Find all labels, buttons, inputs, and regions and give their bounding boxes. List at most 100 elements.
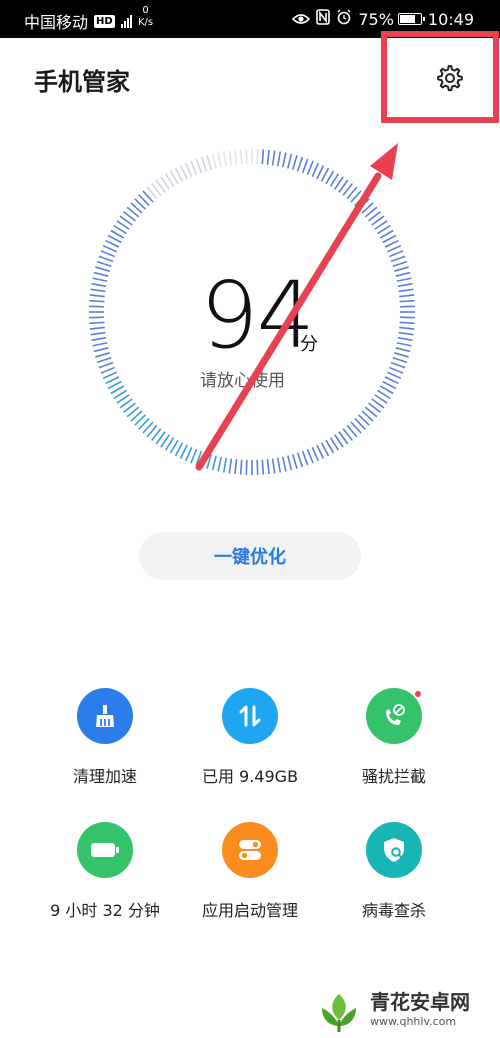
- gauge-tick: [93, 271, 109, 277]
- highlight-box: [381, 31, 499, 123]
- gauge-tick: [100, 250, 116, 258]
- gauge-tick: [174, 442, 184, 457]
- gauge-tick: [190, 160, 198, 176]
- gauge-tick: [394, 352, 409, 358]
- data-transfer-icon: [239, 705, 261, 727]
- gauge-tick: [190, 448, 198, 464]
- leaf-logo-icon: [322, 994, 356, 1032]
- watermark-url: www.qhhlv.com: [370, 1015, 457, 1028]
- tool-harassment-block[interactable]: 骚扰拦截: [314, 688, 474, 787]
- gauge-tick: [301, 450, 309, 466]
- gauge-tick: [399, 316, 415, 319]
- gauge-tick: [276, 457, 282, 473]
- tool-label: 应用启动管理: [201, 901, 298, 920]
- gauge-tick: [90, 288, 106, 293]
- gauge-tick: [184, 446, 193, 462]
- gauge-tick: [89, 326, 105, 330]
- tool-battery[interactable]: 9 小时 32 分钟: [25, 822, 185, 921]
- gauge-tick: [256, 459, 259, 475]
- score-value: 94: [200, 262, 315, 369]
- watermark-name: 青花安卓网: [370, 990, 470, 1014]
- tool-cleanup[interactable]: 清理加速: [25, 688, 185, 787]
- gauge-tick: [89, 305, 105, 308]
- notification-dot: [414, 690, 422, 698]
- gauge-tick: [179, 444, 188, 459]
- gauge-tick: [390, 361, 406, 369]
- tool-data-usage[interactable]: 已用 9.49GB: [170, 688, 330, 787]
- toggle-icon: [239, 840, 261, 860]
- gauge-tick: [92, 277, 108, 283]
- gauge-tick: [320, 442, 330, 457]
- gauge-tick: [384, 239, 399, 248]
- gauge-tick: [228, 150, 233, 166]
- gauge-tick: [195, 450, 203, 466]
- gauge-tick: [98, 255, 114, 263]
- gauge-tick: [96, 260, 112, 268]
- gauge-tick: [200, 452, 208, 468]
- gauge-tick: [316, 165, 325, 180]
- gauge-tick: [382, 380, 397, 390]
- gauge-tick: [174, 167, 184, 182]
- gauge-tick: [296, 156, 304, 172]
- gauge-tick: [311, 162, 320, 178]
- gauge-tick: [281, 152, 287, 168]
- gauge-tick: [292, 454, 298, 469]
- gauge-tick: [89, 321, 105, 325]
- gauge-tick: [217, 152, 223, 168]
- gauge-tick: [96, 356, 112, 364]
- gauge-tick: [239, 149, 243, 165]
- gauge-tick: [384, 376, 399, 385]
- gauge-tick: [184, 162, 193, 178]
- gauge-tick: [105, 376, 120, 385]
- gauge-tick: [90, 331, 106, 336]
- gauge-tick: [399, 326, 415, 330]
- gauge-tick: [388, 250, 404, 258]
- gauge-tick: [261, 149, 265, 165]
- gauge-tick: [394, 266, 409, 272]
- gauge-tick: [95, 352, 110, 358]
- gauge-tick: [107, 380, 122, 390]
- gauge-tick: [399, 299, 415, 303]
- tool-virus-scan[interactable]: 病毒查杀: [314, 822, 474, 921]
- optimize-button[interactable]: 一键优化: [139, 532, 361, 580]
- tool-label: 已用 9.49GB: [201, 767, 299, 786]
- gauge-tick: [382, 234, 397, 244]
- gauge-tick: [399, 321, 415, 325]
- gauge-tick: [395, 347, 411, 353]
- data-usage-icon-circle: [222, 688, 278, 744]
- gauge-tick: [271, 458, 276, 474]
- broom-icon: [96, 705, 114, 727]
- gauge-tick: [397, 336, 413, 342]
- gauge-tick: [89, 299, 105, 303]
- gauge-tick: [390, 255, 406, 263]
- gauge-tick: [301, 158, 309, 174]
- gauge-tick: [179, 165, 188, 180]
- tool-app-launch[interactable]: 应用启动管理: [170, 822, 330, 921]
- gauge-tick: [91, 282, 107, 288]
- watermark-text: 青花安卓网 www.qhhlv.com: [370, 992, 470, 1032]
- gauge-tick: [261, 459, 265, 475]
- gauge-tick: [395, 271, 411, 277]
- gauge-tick: [386, 244, 402, 253]
- gauge-tick: [396, 277, 412, 283]
- gauge-tick: [276, 151, 282, 167]
- gauge-tick: [211, 455, 217, 471]
- harassment-icon-circle: [366, 688, 422, 744]
- gauge-tick: [95, 266, 110, 272]
- gauge-tick: [234, 459, 238, 475]
- gauge-tick: [256, 149, 259, 165]
- gauge-tick: [239, 459, 243, 475]
- gauge-tick: [222, 457, 228, 473]
- gauge-tick: [98, 361, 114, 369]
- watermark: 青花安卓网 www.qhhlv.com: [314, 990, 470, 1034]
- score-unit: 分: [300, 334, 318, 355]
- gauge-tick: [195, 158, 203, 174]
- gauge-tick: [206, 454, 212, 469]
- tool-label: 骚扰拦截: [361, 767, 426, 786]
- cleanup-icon-circle: [77, 688, 133, 744]
- gauge-tick: [102, 371, 118, 380]
- gauge-tick: [92, 341, 108, 347]
- gauge-tick: [228, 458, 233, 474]
- tool-label: 病毒查杀: [361, 901, 426, 920]
- optimize-button-label: 一键优化: [214, 547, 286, 568]
